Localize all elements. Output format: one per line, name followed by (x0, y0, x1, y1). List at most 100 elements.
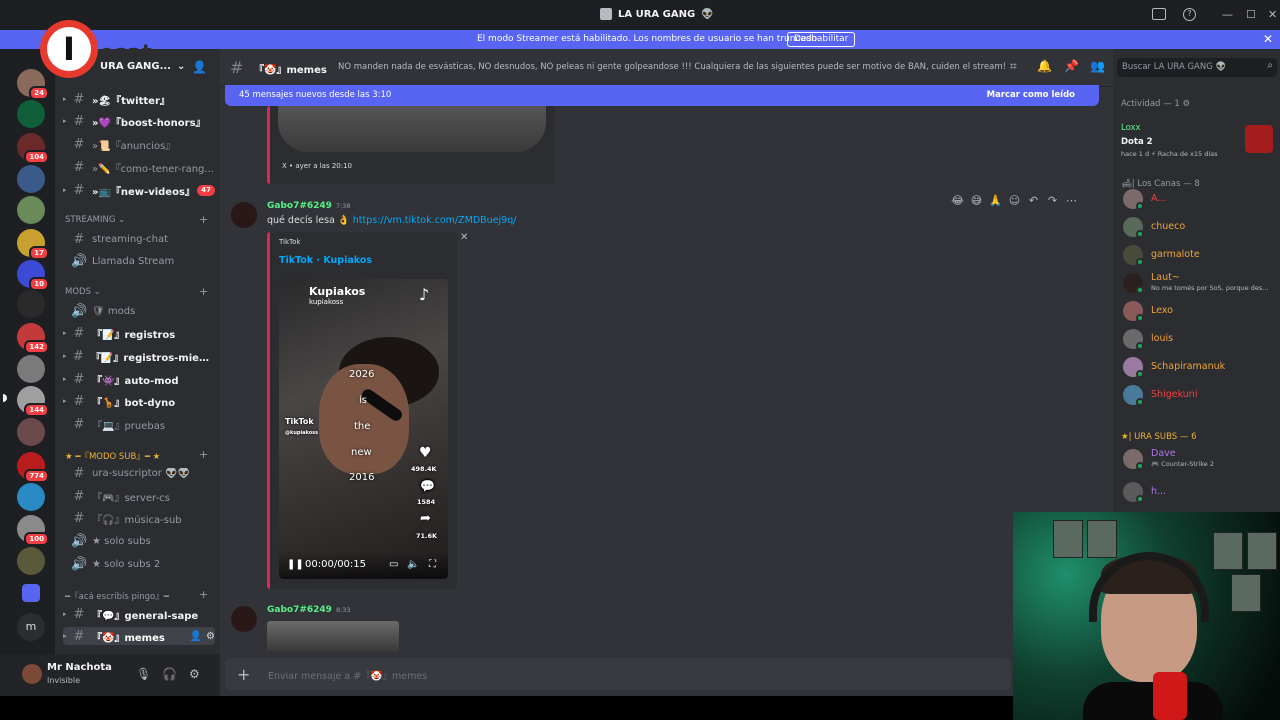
add-channel-icon[interactable]: + (199, 448, 208, 461)
server-icon-m[interactable]: m (17, 613, 45, 641)
banner-close-icon[interactable]: ✕ (1263, 32, 1273, 46)
member-item[interactable]: Laut~ No me tomés por SoS, porque des... (1121, 271, 1279, 295)
volume-icon[interactable]: 🔈 (407, 559, 419, 570)
member-item[interactable]: Shigekuni (1121, 383, 1279, 407)
avatar[interactable] (231, 606, 257, 632)
add-channel-icon[interactable]: + (199, 213, 208, 226)
fullscreen-icon[interactable]: ⛶ (429, 559, 436, 570)
add-channel-icon[interactable]: + (199, 285, 208, 298)
channel-boost-honors[interactable]: ▸ # »💜『boost-honors』 (63, 112, 215, 130)
message-author[interactable]: Gabo7#6249 7:38 (267, 201, 351, 211)
upload-plus-icon[interactable]: + (237, 665, 250, 684)
activity-card[interactable]: Loxx Dota 2 hace 1 d ⚡ Racha de x15 días (1117, 117, 1277, 165)
microphone-icon[interactable]: 🎙 (136, 667, 151, 681)
channel-streaming-chat[interactable]: # streaming-chat (63, 230, 215, 248)
server-icon-7[interactable]: 10 (17, 260, 49, 291)
channel-como-tener-rango[interactable]: # »✏️『como-tener-rang... (63, 158, 215, 176)
threads-icon[interactable]: ⌗ (1010, 59, 1017, 74)
message-composer[interactable]: + Enviar mensaje a #『🤡』memes (225, 658, 1011, 690)
server-icon-11[interactable]: 144 (17, 386, 49, 417)
invite-icon[interactable]: 👤 (192, 60, 207, 74)
disable-streamer-button[interactable]: Deshabilitar (787, 32, 856, 47)
server-icon-10[interactable] (17, 355, 45, 383)
channel-ura-suscriptor[interactable]: # ura-suscriptor 👽👽 (63, 464, 215, 482)
message-link[interactable]: https://vm.tiktok.com/ZMDBuej9q/ (353, 215, 517, 226)
loading-image[interactable] (267, 621, 399, 651)
embed-image[interactable] (278, 106, 546, 152)
server-icon-14[interactable] (17, 483, 45, 511)
more-icon[interactable]: ⋯ (1064, 194, 1079, 207)
avatar[interactable] (231, 202, 257, 228)
channel-registros-miembros[interactable]: ▸ # 『📝』registros-miem... (63, 347, 215, 365)
channel-topic[interactable]: NO manden nada de esvásticas, NO desnudo… (338, 62, 1006, 72)
channel-twitter[interactable]: ▸ # »🏖『twitter』 (63, 90, 215, 108)
server-icon-3[interactable]: 104 (17, 133, 49, 164)
inbox-icon[interactable] (1152, 8, 1166, 23)
captions-icon[interactable]: ▭ (389, 559, 398, 570)
server-icon-8[interactable] (17, 290, 45, 318)
new-messages-bar[interactable]: 45 mensajes nuevos desde las 3:10 Marcar… (225, 85, 1099, 106)
member-item[interactable]: garmalote (1121, 243, 1279, 267)
channel-memes[interactable]: ▸ # 『🤡』memes 👤 ⚙ (63, 627, 215, 645)
reaction-icon[interactable]: 😅 (969, 194, 984, 207)
category-streaming[interactable]: STREAMING ⌄ (65, 215, 125, 225)
reaction-icon[interactable]: 😂 (950, 194, 965, 207)
comment-icon[interactable]: 💬 (420, 479, 435, 493)
channel-anuncios[interactable]: # »📜『anuncios』 (63, 135, 215, 153)
voice-channel-solo-subs[interactable]: 🔊 ★ solo subs (63, 532, 215, 550)
pause-icon[interactable]: ❚❚ (287, 559, 304, 570)
pin-icon[interactable]: 📌 (1064, 59, 1079, 73)
minimize-icon[interactable]: — (1222, 8, 1233, 21)
search-input[interactable]: Buscar LA URA GANG 👽 ⌕ (1117, 58, 1277, 77)
avatar[interactable] (22, 664, 42, 684)
voice-channel-mods[interactable]: 🔊 🛡 mods (63, 302, 215, 320)
channel-settings-icon[interactable]: ⚙ (206, 631, 215, 642)
reaction-icon[interactable]: 🙏 (988, 194, 1003, 207)
mark-as-read-button[interactable]: Marcar como leído (987, 90, 1075, 100)
server-icon-5[interactable] (17, 196, 45, 224)
voice-channel-llamada-stream[interactable]: 🔊 Llamada Stream (63, 252, 215, 270)
member-item[interactable]: louis (1121, 327, 1279, 351)
message-input[interactable]: Enviar mensaje a #『🤡』memes (268, 668, 427, 682)
channel-auto-mod[interactable]: ▸ # 『👾』auto-mod (63, 370, 215, 388)
invite-member-icon[interactable]: 👤 (190, 631, 202, 642)
server-icon-9[interactable]: 142 (17, 323, 49, 354)
server-icon-13[interactable]: 774 (17, 452, 49, 483)
voice-channel-solo-subs-2[interactable]: 🔊 ★ solo subs 2 (63, 555, 215, 573)
embed-title[interactable]: TikTok · Kupiakos (279, 255, 372, 266)
member-item[interactable]: Lexo (1121, 299, 1279, 323)
channel-registros[interactable]: ▸ # 『📝』registros (63, 324, 215, 342)
member-item[interactable]: Schapiramanuk (1121, 355, 1279, 379)
server-icon-12[interactable] (17, 418, 45, 446)
server-icon-15[interactable]: 100 (17, 515, 49, 546)
bell-icon[interactable]: 🔔 (1037, 59, 1052, 73)
channel-bot-dyno[interactable]: ▸ # 『🦒』bot-dyno (63, 392, 215, 410)
help-icon[interactable]: ? (1183, 8, 1196, 21)
share-icon[interactable]: ➦ (420, 511, 431, 526)
remove-embed-icon[interactable]: ✕ (460, 232, 468, 243)
video-player[interactable]: Kupiakos kupiakoss ♪ 2026 is the new 201… (279, 279, 448, 579)
channel-pruebas[interactable]: # 『💻』pruebas (63, 415, 215, 433)
channel-server-cs[interactable]: # 『🎮』server-cs (63, 487, 215, 505)
heart-icon[interactable]: ♥ (419, 445, 432, 461)
member-item[interactable]: chueco (1121, 215, 1279, 239)
member-item[interactable]: h... (1121, 480, 1279, 504)
headphones-icon[interactable]: 🎧 (162, 667, 177, 681)
server-icon-1[interactable]: 24 (17, 69, 49, 100)
category-aca-escribis[interactable]: ━『acá escribís pingo』━ (65, 590, 169, 602)
reply-icon[interactable]: ↶ (1026, 194, 1041, 207)
category-modo-sub[interactable]: ★ ━『MODO SUB』━ ★ (65, 450, 160, 462)
channel-new-videos[interactable]: ▸ # »📺『new-videos』 47 (63, 181, 215, 199)
channel-musica-sub[interactable]: # 『🎧』música-sub (63, 509, 215, 527)
channel-general-sape[interactable]: ▸ # 『💬』general-sape (63, 605, 215, 623)
add-channel-icon[interactable]: + (199, 588, 208, 601)
forward-icon[interactable]: ↷ (1045, 194, 1060, 207)
category-mods[interactable]: mods ⌄ (65, 287, 101, 297)
server-icon-4[interactable] (17, 165, 45, 193)
server-icon-2[interactable] (17, 100, 45, 128)
server-icon-16[interactable] (17, 547, 45, 575)
server-icon-6[interactable]: 17 (17, 229, 49, 260)
member-item[interactable]: A... (1121, 187, 1279, 211)
close-window-icon[interactable]: ✕ (1268, 8, 1277, 21)
members-icon[interactable]: 👥 (1090, 59, 1105, 73)
